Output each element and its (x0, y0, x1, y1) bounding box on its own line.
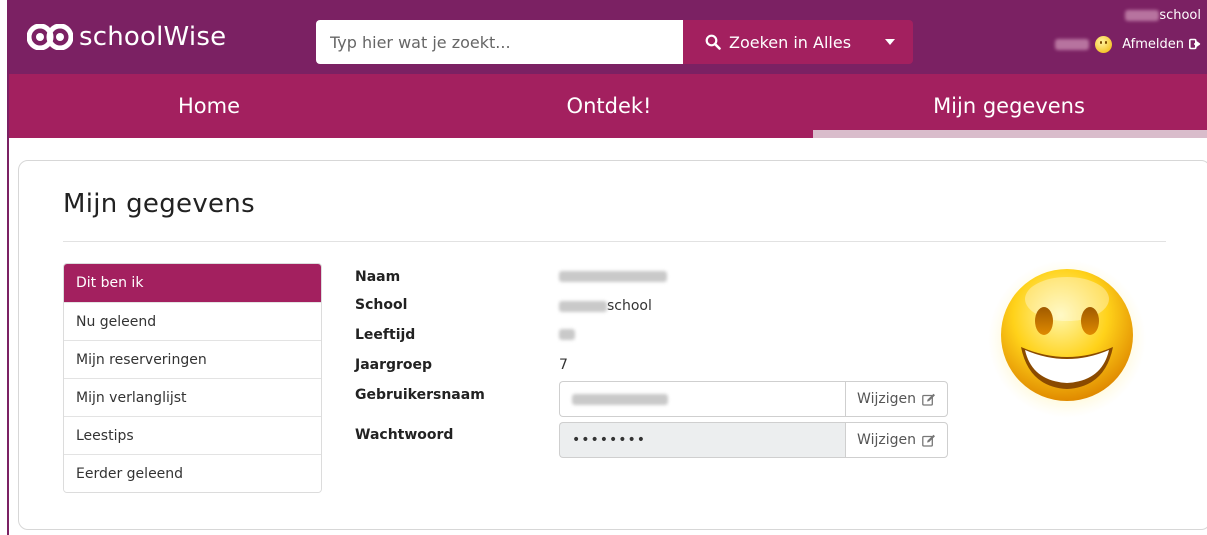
title-divider (63, 241, 1166, 242)
side-item-leestips[interactable]: Leestips (64, 416, 321, 454)
label-school: School (355, 297, 408, 313)
user-row: Afmelden (1055, 34, 1201, 54)
redacted-school-name (1125, 9, 1160, 21)
edit-icon (922, 393, 935, 406)
search-button-label: Zoeken in Alles (729, 32, 852, 52)
username-field[interactable] (559, 381, 845, 417)
logout-button[interactable]: Afmelden (1122, 37, 1201, 52)
sign-out-icon (1189, 38, 1201, 50)
search-input[interactable] (316, 20, 683, 64)
search-button[interactable]: Zoeken in Alles (683, 20, 913, 64)
nav-active-indicator (813, 130, 1207, 138)
side-item-mijn-reserveringen[interactable]: Mijn reserveringen (64, 340, 321, 378)
password-mask: •••••••• (572, 432, 647, 448)
side-menu: Dit ben ik Nu geleend Mijn reserveringen… (63, 263, 322, 493)
user-area: school Afmelden (1055, 6, 1201, 54)
redacted-username (572, 393, 668, 405)
value-jaargroep: 7 (559, 357, 568, 373)
change-password-label: Wijzigen (857, 432, 916, 448)
side-item-eerder-geleend[interactable]: Eerder geleend (64, 454, 321, 492)
smiley-icon (1095, 35, 1113, 53)
change-password-button[interactable]: Wijzigen (845, 422, 948, 458)
main-nav: Home Ontdek! Mijn gegevens (9, 74, 1207, 138)
label-leeftijd: Leeftijd (355, 327, 416, 343)
value-school-suffix: school (607, 298, 652, 314)
label-jaargroep: Jaargroep (355, 357, 433, 373)
side-item-nu-geleend[interactable]: Nu geleend (64, 302, 321, 340)
nav-home[interactable]: Home (9, 74, 409, 138)
page-title: Mijn gegevens (63, 189, 255, 219)
content-card: Mijn gegevens Dit ben ik Nu geleend Mijn… (18, 160, 1207, 530)
change-username-button[interactable]: Wijzigen (845, 381, 948, 417)
side-item-dit-ben-ik[interactable]: Dit ben ik (64, 264, 321, 302)
redacted-age (559, 329, 575, 340)
brand-logo[interactable]: schoolWise (27, 20, 226, 54)
label-gebruikersnaam: Gebruikersnaam (355, 387, 485, 403)
user-school: school (1055, 6, 1201, 24)
value-school: school (559, 298, 652, 314)
change-username-label: Wijzigen (857, 391, 916, 407)
edit-icon (922, 434, 935, 447)
password-field[interactable]: •••••••• (559, 422, 845, 458)
username-field-group: Wijzigen (559, 381, 948, 417)
password-field-group: •••••••• Wijzigen (559, 422, 948, 458)
big-smiley-icon (988, 260, 1146, 418)
brand-name: schoolWise (79, 22, 227, 52)
logout-label: Afmelden (1122, 36, 1184, 52)
infinity-logo-icon (27, 24, 73, 50)
caret-down-icon[interactable] (885, 39, 895, 45)
nav-ontdek[interactable]: Ontdek! (409, 74, 809, 138)
value-leeftijd (559, 329, 575, 340)
redacted-school (559, 300, 607, 312)
top-bar: schoolWise Zoeken in Alles school Afmeld… (9, 0, 1207, 74)
search-icon (705, 34, 721, 50)
label-naam: Naam (355, 269, 401, 285)
redacted-name (559, 271, 667, 282)
value-naam (559, 271, 667, 282)
side-item-mijn-verlanglijst[interactable]: Mijn verlanglijst (64, 378, 321, 416)
label-wachtwoord: Wachtwoord (355, 427, 454, 443)
user-school-suffix: school (1159, 7, 1201, 23)
nav-mijn-gegevens[interactable]: Mijn gegevens (809, 74, 1207, 138)
redacted-user-name (1055, 38, 1090, 50)
